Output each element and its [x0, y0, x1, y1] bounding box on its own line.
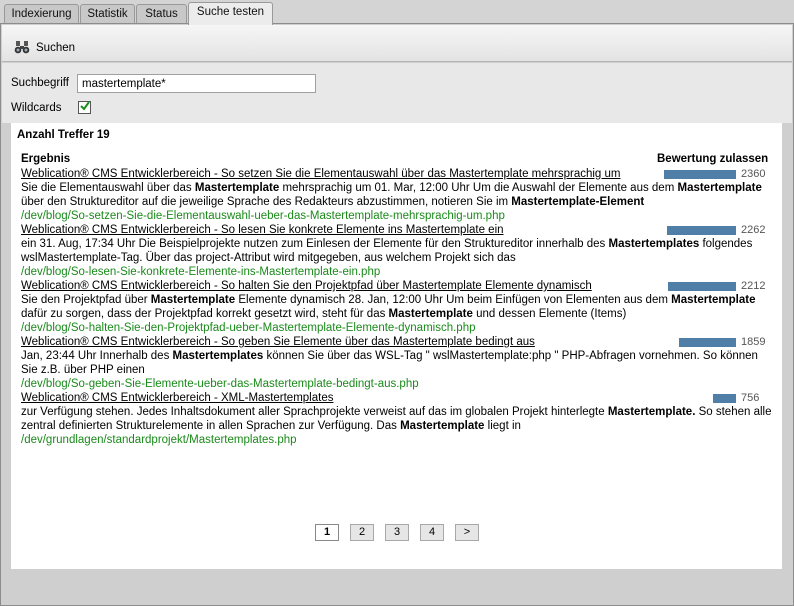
rating-bar [713, 394, 736, 403]
snippet-text: und dessen Elemente (Items) [472, 308, 627, 320]
rating-bar [679, 338, 736, 347]
result-item: Weblication® CMS Entwicklerbereich - So … [21, 279, 773, 335]
rating-bar [668, 282, 736, 291]
binoculars-icon [14, 40, 30, 57]
rating-score: 2262 [741, 224, 766, 236]
result-url-link[interactable]: /dev/blog/So-halten-Sie-den-Projektpfad-… [21, 321, 773, 335]
result-title-link[interactable]: Weblication® CMS Entwicklerbereich - So … [21, 167, 773, 181]
page-button-4[interactable]: 4 [420, 524, 444, 541]
result-item: Weblication® CMS Entwicklerbereich - XML… [21, 391, 773, 447]
result-title-link[interactable]: Weblication® CMS Entwicklerbereich - So … [21, 279, 773, 293]
rating-score: 756 [741, 392, 760, 404]
snippet-text: Elemente dynamisch 28. Jan, 12:00 Uhr Um… [235, 294, 672, 306]
page-button-3[interactable]: 3 [385, 524, 409, 541]
search-form: Suchbegriff Wildcards [2, 63, 792, 123]
column-header-rating: Bewertung zulassen [657, 153, 769, 165]
snippet-text: zur Verfügung stehen. Jedes Inhaltsdokum… [21, 406, 608, 418]
next-page-button[interactable]: > [455, 524, 479, 541]
page-button-2[interactable]: 2 [350, 524, 374, 541]
snippet-highlight: Mastertemplate [400, 420, 485, 432]
result-url-link[interactable]: /dev/blog/So-setzen-Sie-die-Elementauswa… [21, 209, 773, 223]
result-item: Weblication® CMS Entwicklerbereich - So … [21, 223, 773, 279]
snippet-highlight: Mastertemplate [150, 294, 236, 306]
result-title-link[interactable]: Weblication® CMS Entwicklerbereich - So … [21, 335, 773, 349]
result-url-link[interactable]: /dev/grundlagen/standardprojekt/Masterte… [21, 433, 773, 447]
result-snippet: Sie die Elementauswahl über das Masterte… [21, 181, 773, 209]
snippet-text: liegt in [484, 420, 521, 432]
search-button-label: Suchen [36, 42, 76, 54]
result-url-link[interactable]: /dev/blog/So-lesen-Sie-konkrete-Elemente… [21, 265, 773, 279]
snippet-highlight: Mastertemplates [172, 350, 264, 362]
snippet-highlight: Mastertemplate [388, 308, 473, 320]
result-title-link[interactable]: Weblication® CMS Entwicklerbereich - So … [21, 223, 773, 237]
tab-bar: Indexierung Statistik Status Suche teste… [0, 0, 794, 25]
snippet-text: ein 31. Aug, 17:34 Uhr Die Beispielproje… [21, 238, 609, 250]
rating-bar [667, 226, 736, 235]
results-area: Anzahl Treffer 19 Ergebnis Bewertung zul… [11, 123, 782, 569]
result-count: Anzahl Treffer 19 [17, 129, 110, 141]
snippet-highlight: Mastertemplate [671, 294, 756, 306]
result-snippet: Jan, 23:44 Uhr Innerhalb des Mastertempl… [21, 349, 773, 377]
wildcards-checkbox[interactable] [78, 101, 91, 114]
snippet-highlight: Mastertemplates [608, 238, 700, 250]
snippet-highlight: Mastertemplate. [607, 406, 696, 418]
toolbar: Suchen [2, 25, 792, 62]
tab-indexierung[interactable]: Indexierung [4, 4, 79, 24]
wildcards-label: Wildcards [11, 102, 62, 114]
page-button-1[interactable]: 1 [315, 524, 339, 541]
rating-score: 2360 [741, 168, 766, 180]
main-panel: Suchen Suchbegriff Wildcards Anzahl Tref… [0, 23, 794, 606]
snippet-text: über den Strukturedit­or auf die jeweili… [21, 196, 512, 208]
snippet-highlight: Mastertemplate [677, 182, 762, 194]
checkmark-icon [79, 101, 90, 114]
tab-statistik[interactable]: Statistik [80, 4, 135, 24]
rating-score: 1859 [741, 336, 766, 348]
snippet-highlight: Mastertemplate-Element [511, 196, 645, 208]
search-term-label: Suchbegriff [11, 77, 69, 89]
snippet-highlight: Mastertemplate [194, 182, 280, 194]
snippet-text: mehrsprachig um 01. Mar, 12:00 Uhr Um di… [279, 182, 678, 194]
result-snippet: zur Verfügung stehen. Jedes Inhaltsdokum… [21, 405, 773, 433]
rating-bar [664, 170, 736, 179]
column-header-result: Ergebnis [21, 153, 71, 165]
result-item: Weblication® CMS Entwicklerbereich - So … [21, 167, 773, 223]
tab-suche-testen[interactable]: Suche testen [188, 2, 273, 25]
result-item: Weblication® CMS Entwicklerbereich - So … [21, 335, 773, 391]
result-url-link[interactable]: /dev/blog/So-geben-Sie-Elemente-ueber-da… [21, 377, 773, 391]
snippet-text: Sie den Projektpfad über [21, 294, 151, 306]
search-button[interactable]: Suchen [14, 39, 75, 57]
search-term-input[interactable] [77, 74, 316, 93]
result-snippet: Sie den Projektpfad über Mastertemplate … [21, 293, 773, 321]
snippet-text: Sie die Elementauswahl über das [21, 182, 195, 194]
result-snippet: ein 31. Aug, 17:34 Uhr Die Beispielproje… [21, 237, 773, 265]
snippet-text: dafür zu sorgen, dass der Projektpfad ko… [21, 308, 389, 320]
pagination: 1 2 3 4 > [11, 524, 782, 544]
tab-status[interactable]: Status [136, 4, 187, 24]
rating-score: 2212 [741, 280, 766, 292]
snippet-text: Jan, 23:44 Uhr Innerhalb des [21, 350, 173, 362]
result-title-link[interactable]: Weblication® CMS Entwicklerbereich - XML… [21, 391, 773, 405]
